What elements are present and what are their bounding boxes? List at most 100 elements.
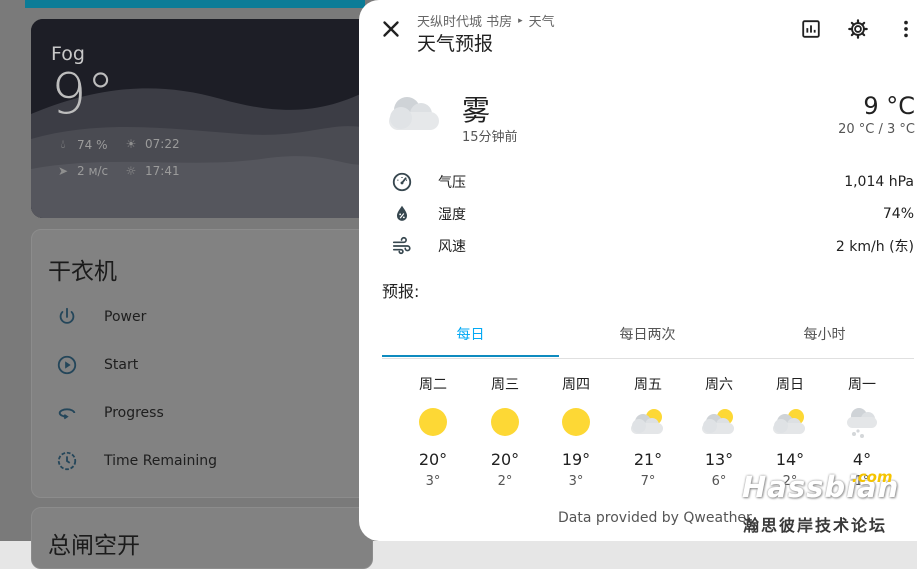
tab-twice-daily[interactable]: 每日两次 [559,312,736,356]
tab-indicator [382,355,559,357]
attribution: Data provided by Qweather [558,510,752,526]
forecast-label: 预报: [382,282,420,301]
dialog-title: 天气预报 [417,33,494,55]
temperature-range: 20 °C / 3 °C [838,122,915,137]
humidity-value: 74 % [77,137,108,152]
breaker-card: 总闸空开 [31,507,373,569]
attribute-label: 风速 [438,239,466,255]
forecast-day-name: 周六 [705,377,733,393]
sunset-value: 17:41 [145,164,180,178]
history-button[interactable] [797,15,825,43]
dryer-row-power[interactable]: Power [52,302,146,332]
dryer-row-label: Progress [104,405,164,421]
forecast-high: 4° [852,450,872,469]
play-pause-icon [52,350,82,380]
attribute-row-pressure: 气压 1,014 hPa [391,171,914,193]
dryer-card-title: 干衣机 [48,259,117,285]
watermark-tagline: 瀚思彼岸技术论坛 [743,516,888,535]
attribute-label: 气压 [438,175,466,191]
water-percent-icon [391,203,413,225]
weather-temperature: 9° [51,62,115,127]
current-condition: 雾 [462,94,491,127]
sunny-icon [546,402,606,442]
attribute-label: 湿度 [438,207,466,223]
last-updated: 15分钟前 [462,130,518,145]
partly-cloudy-icon [689,402,749,442]
forecast-high: 21° [633,450,663,469]
forecast-day: 周六 13° 6° [689,374,749,489]
dryer-row-time-remaining[interactable]: Time Remaining [52,446,217,476]
attribute-value: 74% [882,206,914,222]
tab-daily[interactable]: 每日 [382,312,559,356]
forecast-day: 周五 21° 7° [618,374,678,489]
partly-cloudy-icon [760,402,820,442]
forecast-day: 周三 20° 2° [475,374,535,489]
breadcrumb-area[interactable]: 天纵时代城 书房 [417,11,512,30]
sunrise-icon: ☀︎ [125,137,137,151]
sunny-icon [475,402,535,442]
dryer-card: 干衣机 Power Start Progress Time Remaining [31,229,373,498]
navigation-arrow-icon: ➤ [57,164,69,178]
forecast-low: 6° [711,474,727,489]
close-icon [383,21,399,37]
more-options-button[interactable] [892,15,917,43]
snowy-cloudy-icon [832,402,892,442]
fog-cloud-icon [385,88,443,140]
current-temperature: 9 °C [863,92,915,120]
attribute-value: 1,014 hPa [844,174,914,190]
weather-more-info-dialog: 天纵时代城 书房 ▸ 天气 天气预报 雾 15分钟前 9 °C 20 °C / [359,0,917,541]
forecast-low: 7° [640,474,656,489]
breadcrumb-entity: 天气 [528,15,555,30]
chevron-right-icon: ▸ [518,15,523,26]
breadcrumb: 天纵时代城 书房 ▸ 天气 [417,11,555,30]
wind-value: 2 м/с [77,164,109,178]
chart-box-icon [802,20,820,38]
forecast-high: 14° [775,450,805,469]
dryer-row-label: Start [104,357,139,373]
dryer-row-start[interactable]: Start [52,350,138,380]
forecast-day-name: 周四 [562,377,590,393]
attribute-row-humidity: 湿度 74% [391,203,914,225]
forecast-high: 13° [704,450,734,469]
power-icon [52,302,82,332]
forecast-high: 20° [418,450,448,469]
forecast-day-name: 周二 [419,377,447,393]
weather-card[interactable]: Fog 9° 💧︎ 74 % ☀︎ 07:22 ➤ 2 м/с ☼ 17:41 [31,19,371,218]
wind-row: ➤ 2 м/с [55,164,108,178]
forecast-day-name: 周五 [634,377,662,393]
attribute-value: 2 km/h (东) [835,239,914,255]
forecast-day: 周二 20° 3° [403,374,463,489]
sunrise-value: 07:22 [145,137,180,151]
tab-hourly[interactable]: 每小时 [736,312,913,356]
sunny-icon [403,402,463,442]
dryer-row-progress[interactable]: Progress [52,398,164,428]
humidity-row: 💧︎ 74 % [55,137,108,152]
forecast-low: 3° [568,474,584,489]
forecast-low: 3° [425,474,441,489]
forecast-day-name: 周日 [776,377,804,393]
sunset-row: ☼ 17:41 [123,164,180,178]
attribute-row-wind: 风速 2 km/h (东) [391,235,914,257]
forecast-tabs: 每日 每日两次 每小时 [382,312,914,359]
gear-icon [848,19,868,39]
forecast-high: 19° [561,450,591,469]
wind-icon [391,235,413,257]
forecast-day: 周四 19° 3° [546,374,606,489]
settings-button[interactable] [844,15,872,43]
forecast-day-name: 周一 [848,377,876,393]
timer-icon [52,446,82,476]
breaker-card-title: 总闸空开 [48,533,140,559]
gauge-icon [391,171,413,193]
dashboard-top-bar [25,0,365,8]
watermark-tld: .com [852,468,893,486]
sunset-icon: ☼ [125,164,137,178]
sunrise-row: ☀︎ 07:22 [123,137,180,151]
forecast-low: 2° [497,474,513,489]
water-drop-icon: 💧︎ [60,137,66,151]
forecast-day-name: 周三 [491,377,519,393]
partly-cloudy-icon [618,402,678,442]
close-button[interactable] [378,16,404,42]
dryer-row-label: Time Remaining [104,453,218,469]
progress-icon [52,398,82,428]
forecast-high: 20° [490,450,520,469]
